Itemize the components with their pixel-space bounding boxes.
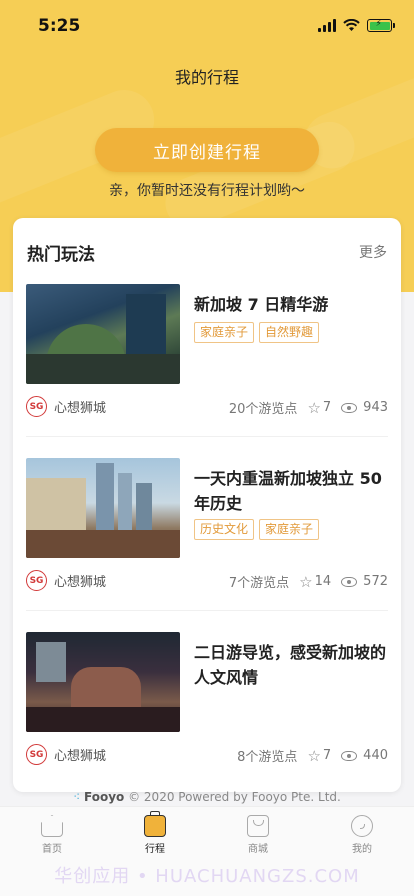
spot-count: 20个游览点 — [228, 402, 298, 417]
route-stats: 7个游览点 ☆ 14 572 — [228, 572, 388, 592]
status-bar: 5:25 — [0, 0, 414, 54]
route-item[interactable]: 一天内重温新加坡独立 50 年历史 历史文化 家庭亲子 SG 心想狮城 7个游览… — [13, 438, 401, 610]
route-author: SG 心想狮城 — [26, 570, 106, 591]
route-tag: 历史文化 — [194, 519, 255, 540]
divider — [26, 610, 388, 611]
cellular-signal-icon — [318, 19, 336, 32]
view-count: 440 — [363, 748, 388, 763]
eye-icon — [341, 576, 358, 587]
author-name: 心想狮城 — [54, 575, 107, 590]
star-count: 7 — [322, 400, 332, 415]
route-thumbnail — [26, 458, 180, 558]
author-name: 心想狮城 — [54, 401, 107, 416]
tab-label: 我的 — [352, 844, 372, 855]
watermark: 华创应用 • HUACHUANGZS.COM — [54, 866, 360, 887]
star-icon[interactable]: ☆ — [307, 399, 320, 417]
star-count: 7 — [322, 748, 332, 763]
footer-copyright-text: © 2020 Powered by Fooyo Pte. Ltd. — [128, 790, 341, 804]
author-logo: SG — [26, 396, 47, 417]
route-tag: 家庭亲子 — [259, 519, 320, 540]
spot-count: 8个游览点 — [237, 750, 298, 765]
status-time: 5:25 — [38, 16, 81, 36]
route-tag: 自然野趣 — [259, 322, 320, 343]
route-item[interactable]: 新加坡 7 日精华游 家庭亲子 自然野趣 SG 心想狮城 20个游览点 ☆ 7 … — [13, 264, 401, 436]
tab-label: 商城 — [248, 844, 268, 855]
route-tags: 家庭亲子 自然野趣 — [194, 322, 320, 343]
battery-charging-icon — [367, 19, 395, 32]
eye-icon — [341, 750, 358, 761]
popular-routes-card: 热门玩法 更多 新加坡 7 日精华游 家庭亲子 自然野趣 SG 心想狮城 20个… — [13, 218, 401, 792]
wifi-icon — [343, 19, 360, 31]
page-title: 我的行程 — [174, 68, 239, 87]
tab-shop[interactable]: 商城 — [223, 815, 293, 855]
star-icon[interactable]: ☆ — [299, 573, 312, 591]
section-header: 热门玩法 更多 — [13, 218, 401, 265]
star-icon[interactable]: ☆ — [307, 747, 320, 765]
footer-brand: Fooyo — [84, 790, 125, 804]
more-link[interactable]: 更多 — [359, 242, 387, 262]
divider — [26, 436, 388, 437]
route-title: 二日游导览，感受新加坡的人文风情 — [194, 643, 387, 687]
home-icon — [41, 815, 63, 837]
eye-icon — [341, 402, 358, 413]
route-title: 一天内重温新加坡独立 50 年历史 — [194, 469, 382, 513]
shop-icon — [247, 815, 269, 837]
fooyo-logo-icon: ⁖ — [73, 790, 81, 804]
view-count: 943 — [363, 400, 388, 415]
tab-profile[interactable]: 我的 — [327, 815, 397, 855]
tab-home[interactable]: 首页 — [17, 815, 87, 855]
profile-icon — [351, 815, 373, 837]
empty-trip-hint: 亲，你暂时还没有行程计划哟～ — [109, 183, 305, 199]
status-icons — [318, 19, 395, 32]
star-count: 14 — [314, 574, 332, 589]
tab-trip[interactable]: 行程 — [120, 811, 190, 855]
trip-icon — [144, 811, 166, 837]
footer-copyright: ⁖ Fooyo © 2020 Powered by Fooyo Pte. Ltd… — [0, 790, 414, 804]
route-thumbnail — [26, 284, 180, 384]
section-title: 热门玩法 — [27, 245, 95, 265]
route-item[interactable]: 二日游导览，感受新加坡的人文风情 SG 心想狮城 8个游览点 ☆ 7 440 — [13, 612, 401, 784]
route-stats: 20个游览点 ☆ 7 943 — [228, 398, 388, 418]
create-trip-button[interactable]: 立即创建行程 — [95, 128, 319, 172]
route-author: SG 心想狮城 — [26, 396, 106, 417]
spot-count: 7个游览点 — [228, 576, 290, 591]
author-logo: SG — [26, 570, 47, 591]
route-title: 新加坡 7 日精华游 — [194, 295, 329, 314]
route-tags: 历史文化 家庭亲子 — [194, 519, 320, 540]
tab-label: 行程 — [145, 844, 165, 855]
route-stats: 8个游览点 ☆ 7 440 — [237, 746, 388, 766]
route-tag: 家庭亲子 — [194, 322, 255, 343]
view-count: 572 — [363, 574, 388, 589]
tab-label: 首页 — [42, 844, 62, 855]
author-logo: SG — [26, 744, 47, 765]
author-name: 心想狮城 — [54, 749, 107, 764]
route-thumbnail — [26, 632, 180, 732]
route-author: SG 心想狮城 — [26, 744, 106, 765]
